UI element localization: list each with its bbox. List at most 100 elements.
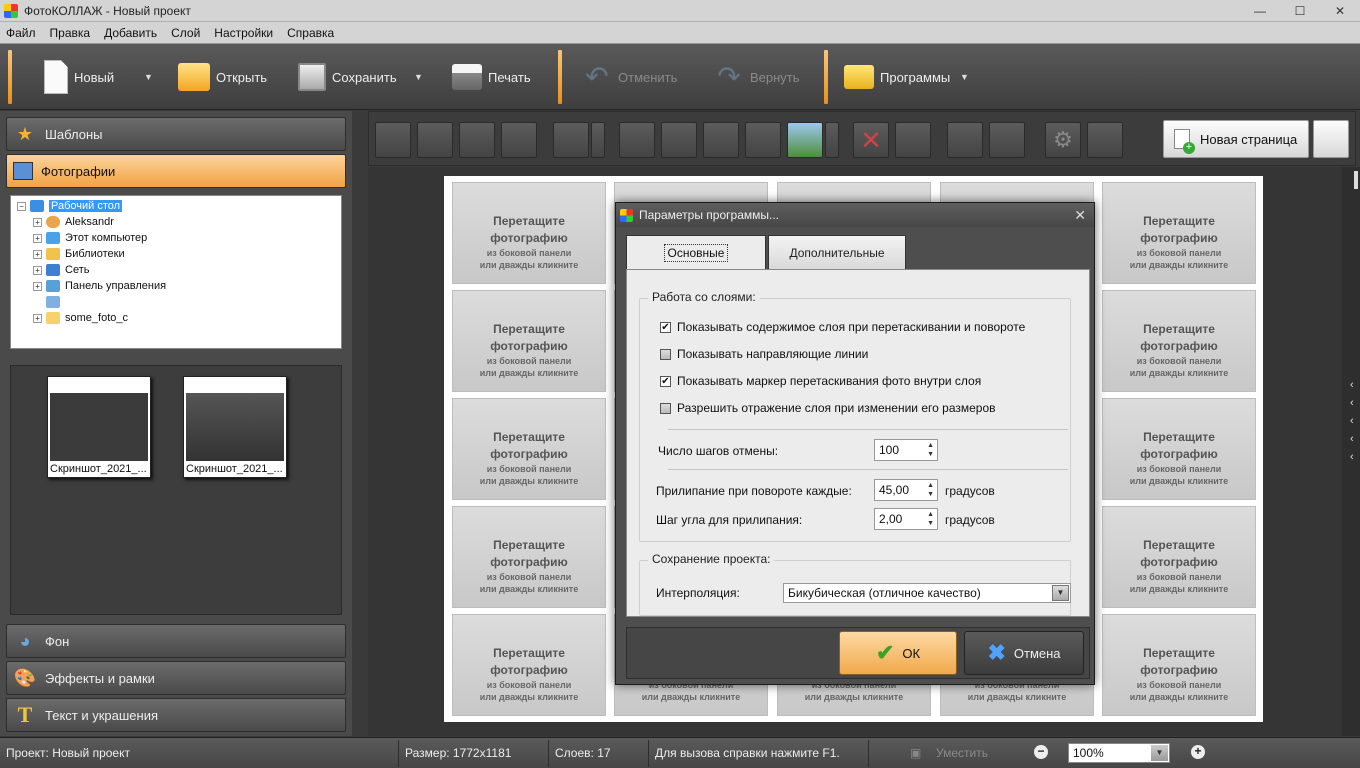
expand-icon[interactable]: + — [33, 233, 42, 243]
photo-thumbnail[interactable]: Скриншот_2021_... — [47, 376, 151, 478]
checkbox-box[interactable] — [660, 348, 671, 360]
photo-thumbnail[interactable]: Скриншот_2021_... — [183, 376, 287, 478]
scrollbar-thumb[interactable] — [1354, 171, 1358, 189]
effects-icon[interactable] — [947, 122, 983, 158]
expand-icon[interactable]: + — [33, 313, 42, 323]
menu-settings[interactable]: Настройки — [214, 26, 273, 40]
send-to-back-icon[interactable] — [501, 122, 537, 158]
zoom-out-icon[interactable]: − — [1034, 745, 1048, 759]
ok-button[interactable]: ✔ ОК — [839, 631, 957, 675]
menu-file[interactable]: Файл — [6, 26, 36, 40]
chevron-left-icon[interactable]: ‹ — [1350, 415, 1354, 427]
open-button[interactable]: Открыть — [178, 52, 267, 102]
angle-stepper[interactable]: 2,00 ▲ ▼ — [874, 508, 938, 530]
photo-placeholder[interactable]: Перетащите фотографию из боковой панели или… — [452, 290, 606, 392]
new-button[interactable]: Новый — [44, 52, 114, 102]
checkbox-box[interactable] — [660, 402, 671, 414]
accordion-text[interactable]: T Текст и украшения — [6, 698, 346, 732]
save-button[interactable]: Сохранить — [298, 52, 397, 102]
maximize-icon[interactable]: ☐ — [1280, 0, 1320, 22]
tree-item-user[interactable]: + Aleksandr — [17, 214, 341, 230]
gear-icon[interactable]: ⚙ — [1045, 122, 1081, 158]
photo-placeholder[interactable]: Перетащите фотографию из боковой панели или… — [452, 614, 606, 716]
expand-icon[interactable]: + — [33, 217, 42, 227]
page-settings-icon[interactable] — [1313, 120, 1349, 158]
flip-horizontal-icon[interactable] — [703, 122, 739, 158]
accordion-templates[interactable]: ★ Шаблоны — [6, 117, 346, 151]
stepper-arrows-icon[interactable]: ▲ ▼ — [927, 441, 934, 459]
expand-icon[interactable]: + — [33, 281, 42, 291]
tab-extra[interactable]: Дополнительные — [768, 235, 906, 269]
photo-placeholder[interactable]: Перетащите фотографию из боковой панели или… — [1102, 506, 1256, 608]
bring-to-front-icon[interactable] — [375, 122, 411, 158]
align-dropdown-icon[interactable] — [591, 122, 605, 158]
tree-item-recycle[interactable] — [17, 294, 341, 310]
image-dropdown-icon[interactable] — [825, 122, 839, 158]
menu-help[interactable]: Справка — [287, 26, 334, 40]
photo-placeholder[interactable]: Перетащите фотографию из боковой панели или… — [452, 398, 606, 500]
cancel-button[interactable]: ✖ Отмена — [964, 631, 1084, 675]
photo-placeholder[interactable]: Перетащите фотографию из боковой панели или… — [452, 182, 606, 284]
new-page-button[interactable]: Новая страница — [1163, 120, 1309, 158]
programs-button[interactable]: Программы — [844, 52, 950, 102]
photo-placeholder[interactable]: Перетащите фотографию из боковой панели или… — [1102, 614, 1256, 716]
photo-placeholder[interactable]: Перетащите фотографию из боковой панели или… — [1102, 290, 1256, 392]
chevron-left-icon[interactable]: ‹ — [1350, 379, 1354, 391]
tree-item-folder[interactable]: + some_foto_c — [17, 310, 341, 326]
tree-item-desktop[interactable]: − Рабочий стол — [17, 198, 341, 214]
zoom-in-icon[interactable]: + — [1191, 745, 1205, 759]
chevron-left-icon[interactable]: ‹ — [1350, 433, 1354, 445]
snap-stepper[interactable]: 45,00 ▲ ▼ — [874, 479, 938, 501]
stepper-arrows-icon[interactable]: ▲ ▼ — [927, 510, 934, 528]
right-scrollbar[interactable]: ‹ ‹ ‹ ‹ ‹ — [1342, 167, 1360, 736]
fit-icon[interactable]: ▣ — [910, 746, 921, 760]
chevron-left-icon[interactable]: ‹ — [1350, 451, 1354, 463]
image-icon[interactable] — [787, 122, 823, 158]
accordion-effects[interactable]: 🎨 Эффекты и рамки — [6, 661, 346, 695]
expand-icon[interactable]: + — [33, 249, 42, 259]
menu-add[interactable]: Добавить — [104, 26, 157, 40]
tree-item-computer[interactable]: + Этот компьютер — [17, 230, 341, 246]
print-button[interactable]: Печать — [452, 52, 531, 102]
save-dropdown-icon[interactable]: ▼ — [414, 72, 423, 82]
chevron-left-icon[interactable]: ‹ — [1350, 397, 1354, 409]
brush-icon[interactable] — [989, 122, 1025, 158]
programs-dropdown-icon[interactable]: ▼ — [960, 72, 969, 82]
checkbox-allow-flip[interactable]: Разрешить отражение слоя при изменении е… — [660, 400, 996, 416]
photo-placeholder[interactable]: Перетащите фотографию из боковой панели или… — [1102, 182, 1256, 284]
accordion-background[interactable]: ◕ Фон — [6, 624, 346, 658]
photo-placeholder[interactable]: Перетащите фотографию из боковой панели или… — [1102, 398, 1256, 500]
collapse-icon[interactable]: − — [17, 201, 26, 211]
new-dropdown-icon[interactable]: ▼ — [144, 72, 153, 82]
photo-placeholder[interactable]: Перетащите фотографию из боковой панели или… — [452, 506, 606, 608]
chevron-down-icon[interactable]: ▼ — [1052, 585, 1069, 601]
tab-main[interactable]: Основные — [626, 235, 766, 269]
stepper-arrows-icon[interactable]: ▲ ▼ — [927, 481, 934, 499]
fit-button[interactable]: Уместить — [936, 746, 988, 760]
redo-button[interactable]: ↷ Вернуть — [714, 52, 799, 102]
tree-item-libraries[interactable]: + Библиотеки — [17, 246, 341, 262]
align-icon[interactable] — [553, 122, 589, 158]
crop-icon[interactable] — [895, 122, 931, 158]
undo-steps-stepper[interactable]: 100 ▲ ▼ — [874, 439, 938, 461]
zoom-select[interactable]: 100% ▼ — [1068, 743, 1170, 763]
delete-icon[interactable]: ✕ — [853, 122, 889, 158]
close-window-icon[interactable]: ✕ — [1320, 0, 1360, 22]
close-icon[interactable]: ✕ — [1074, 207, 1086, 224]
tree-item-control-panel[interactable]: + Панель управления — [17, 278, 341, 294]
rotate-right-icon[interactable] — [661, 122, 697, 158]
menu-edit[interactable]: Правка — [50, 26, 91, 40]
checkbox-guides[interactable]: Показывать направляющие линии — [660, 346, 868, 362]
checkbox-show-content[interactable]: ✔ Показывать содержимое слоя при перетас… — [660, 319, 1025, 335]
expand-icon[interactable]: + — [33, 265, 42, 275]
undo-button[interactable]: ↶ Отменить — [582, 52, 677, 102]
menu-layer[interactable]: Слой — [171, 26, 200, 40]
accordion-photos[interactable]: Фотографии — [6, 154, 346, 188]
chevron-down-icon[interactable]: ▼ — [1151, 745, 1168, 761]
flip-vertical-icon[interactable] — [745, 122, 781, 158]
interpolation-select[interactable]: Бикубическая (отличное качество) ▼ — [783, 583, 1071, 603]
minimize-icon[interactable]: — — [1240, 0, 1280, 22]
checkbox-box[interactable]: ✔ — [660, 375, 671, 387]
rotate-left-icon[interactable] — [619, 122, 655, 158]
checkbox-drag-marker[interactable]: ✔ Показывать маркер перетаскивания фото … — [660, 373, 981, 389]
